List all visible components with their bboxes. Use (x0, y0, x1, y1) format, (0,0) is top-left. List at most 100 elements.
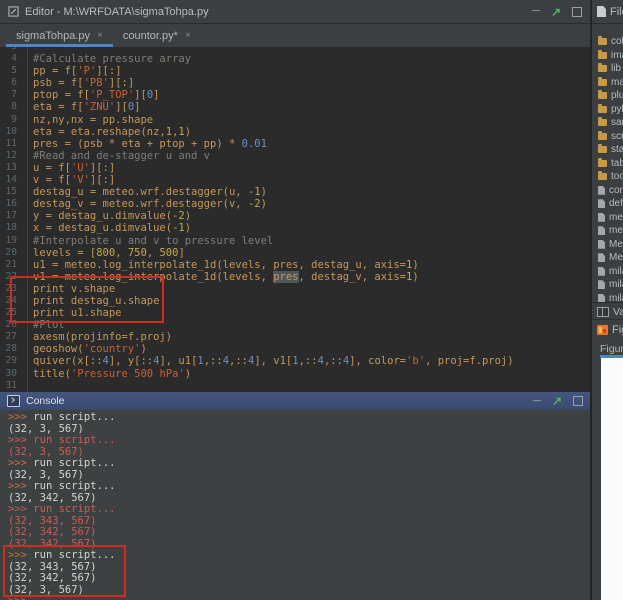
code-text: y = destag_u.dimvalue(-2) (33, 210, 191, 222)
file-icon (598, 253, 605, 262)
code-line-27[interactable]: 27axesm(projinfo=f.proj) (0, 331, 590, 343)
tree-item-label: too (611, 171, 623, 182)
gutter-separator (17, 222, 28, 234)
tree-item-mila[interactable]: mila (592, 278, 623, 292)
figures-tab[interactable]: Figur (592, 339, 623, 358)
tree-item-plu[interactable]: plu (592, 89, 623, 103)
folder-icon (598, 133, 607, 140)
tree-item-tab[interactable]: tab (592, 157, 623, 171)
code-line-31[interactable]: 31 (0, 380, 590, 392)
code-line-8[interactable]: 8eta = f['ZNU'][0] (0, 101, 590, 113)
code-line-19[interactable]: 19#Interpolate u and v to pressure level (0, 235, 590, 247)
code-line-29[interactable]: 29quiver(x[::4], y[::4], u1[1,::4,::4], … (0, 355, 590, 367)
tree-item-label: sam (611, 117, 623, 128)
code-line-16[interactable]: 16destag_v = meteo.wrf.destagger(v, -2) (0, 198, 590, 210)
tab-sigmaTohpa-py[interactable]: sigmaTohpa.py× (6, 24, 113, 47)
code-line-17[interactable]: 17y = destag_u.dimvalue(-2) (0, 210, 590, 222)
code-editor[interactable]: 34#Calculate pressure array5pp = f['P'][… (0, 47, 590, 392)
line-number: 27 (0, 331, 17, 343)
code-line-20[interactable]: 20levels = [800, 750, 500] (0, 247, 590, 259)
console-prompt: >>> (8, 595, 33, 600)
code-line-30[interactable]: 30title('Pressure 500 hPa') (0, 368, 590, 380)
console-external-icon[interactable]: ↗ (552, 395, 562, 407)
code-line-22[interactable]: 22v1 = meteo.log_interpolate_1d(levels, … (0, 271, 590, 283)
tree-item-lib[interactable]: lib (592, 62, 623, 76)
code-line-28[interactable]: 28geoshow('country') (0, 343, 590, 355)
code-line-13[interactable]: 13u = f['U'][:] (0, 162, 590, 174)
window-controls: ─ ↗ (532, 0, 582, 23)
tree-item-too[interactable]: too (592, 170, 623, 184)
line-number: 20 (0, 247, 17, 259)
tree-item-Me[interactable]: Me (592, 251, 623, 265)
figures-panel-title: Figu (612, 324, 623, 336)
file-icon (598, 186, 605, 195)
tree-item-me[interactable]: me (592, 224, 623, 238)
console-minimize-icon[interactable]: ─ (533, 396, 541, 407)
tree-item-stat[interactable]: stat (592, 143, 623, 157)
console-row: (32, 3, 567) (8, 585, 590, 597)
code-line-14[interactable]: 14v = f['V'][:] (0, 174, 590, 186)
line-number: 26 (0, 319, 17, 331)
code-line-4[interactable]: 4#Calculate pressure array (0, 53, 590, 65)
tree-item-scri[interactable]: scri (592, 130, 623, 144)
files-panel-header[interactable]: File (592, 0, 623, 24)
code-line-23[interactable]: 23print v.shape (0, 283, 590, 295)
tree-item-mila[interactable]: mila (592, 265, 623, 279)
code-line-26[interactable]: 26#Plot (0, 319, 590, 331)
code-line-12[interactable]: 12#Read and de-stagger u and v (0, 150, 590, 162)
line-number: 4 (0, 53, 17, 65)
file-icon (598, 240, 605, 249)
code-text: eta = eta.reshape(nz,1,1) (33, 126, 191, 138)
code-line-7[interactable]: 7ptop = f['P_TOP'][0] (0, 89, 590, 101)
console-output[interactable]: >>> run script...(32, 3, 567)>>> run scr… (0, 410, 590, 600)
code-text: u1 = meteo.log_interpolate_1d(levels, pr… (33, 259, 419, 271)
gutter-separator (17, 174, 28, 186)
line-number: 23 (0, 283, 17, 295)
gutter-separator (17, 368, 28, 380)
code-line-24[interactable]: 24print destag_u.shape (0, 295, 590, 307)
code-text: psb = f['PB'][:] (33, 77, 134, 89)
tab-close-icon[interactable]: × (97, 30, 103, 41)
external-window-icon[interactable]: ↗ (551, 6, 561, 18)
console-row: >>> (8, 596, 590, 600)
figures-panel-header[interactable]: Figu (592, 319, 623, 340)
tree-item-label: me (609, 212, 623, 223)
gutter-separator (17, 65, 28, 77)
tree-item-sam[interactable]: sam (592, 116, 623, 130)
tree-item-me[interactable]: me (592, 211, 623, 225)
folder-icon (598, 38, 607, 45)
tab-close-icon[interactable]: × (185, 30, 191, 41)
code-line-10[interactable]: 10eta = eta.reshape(nz,1,1) (0, 126, 590, 138)
code-line-25[interactable]: 25print u1.shape (0, 307, 590, 319)
variables-panel-header[interactable]: Va (592, 302, 623, 320)
console-header[interactable]: Console ─ ↗ (0, 392, 590, 410)
line-number: 19 (0, 235, 17, 247)
code-text: x = destag_u.dimvalue(-1) (33, 222, 191, 234)
code-line-18[interactable]: 18x = destag_u.dimvalue(-1) (0, 222, 590, 234)
code-line-6[interactable]: 6psb = f['PB'][:] (0, 77, 590, 89)
tree-item-def[interactable]: def (592, 197, 623, 211)
code-line-11[interactable]: 11pres = (psb * eta + ptop + pp) * 0.01 (0, 138, 590, 150)
gutter-separator (17, 271, 28, 283)
code-line-21[interactable]: 21u1 = meteo.log_interpolate_1d(levels, … (0, 259, 590, 271)
maximize-icon[interactable] (572, 7, 582, 17)
figure-canvas[interactable] (601, 358, 623, 600)
gutter-separator (17, 235, 28, 247)
minimize-icon[interactable]: ─ (532, 6, 540, 17)
tree-item-ima[interactable]: ima (592, 49, 623, 63)
code-line-9[interactable]: 9nz,ny,nx = pp.shape (0, 114, 590, 126)
tree-item-con[interactable]: con (592, 184, 623, 198)
line-number: 31 (0, 380, 17, 392)
tree-item-col[interactable]: col (592, 35, 623, 49)
tree-item-pyli[interactable]: pyli (592, 103, 623, 117)
code-line-5[interactable]: 5pp = f['P'][:] (0, 65, 590, 77)
console-maximize-icon[interactable] (573, 396, 583, 406)
right-sidebar: File colimalibmaplupylisam scristattabtoo… (592, 0, 623, 600)
code-line-15[interactable]: 15destag_u = meteo.wrf.destagger(u, -1) (0, 186, 590, 198)
folder-icon (598, 92, 607, 99)
console-icon (7, 395, 20, 407)
tree-item-ma[interactable]: ma (592, 76, 623, 90)
tree-item-Me[interactable]: Me (592, 238, 623, 252)
line-number: 29 (0, 355, 17, 367)
tab-countor-py-[interactable]: countor.py*× (113, 24, 201, 47)
